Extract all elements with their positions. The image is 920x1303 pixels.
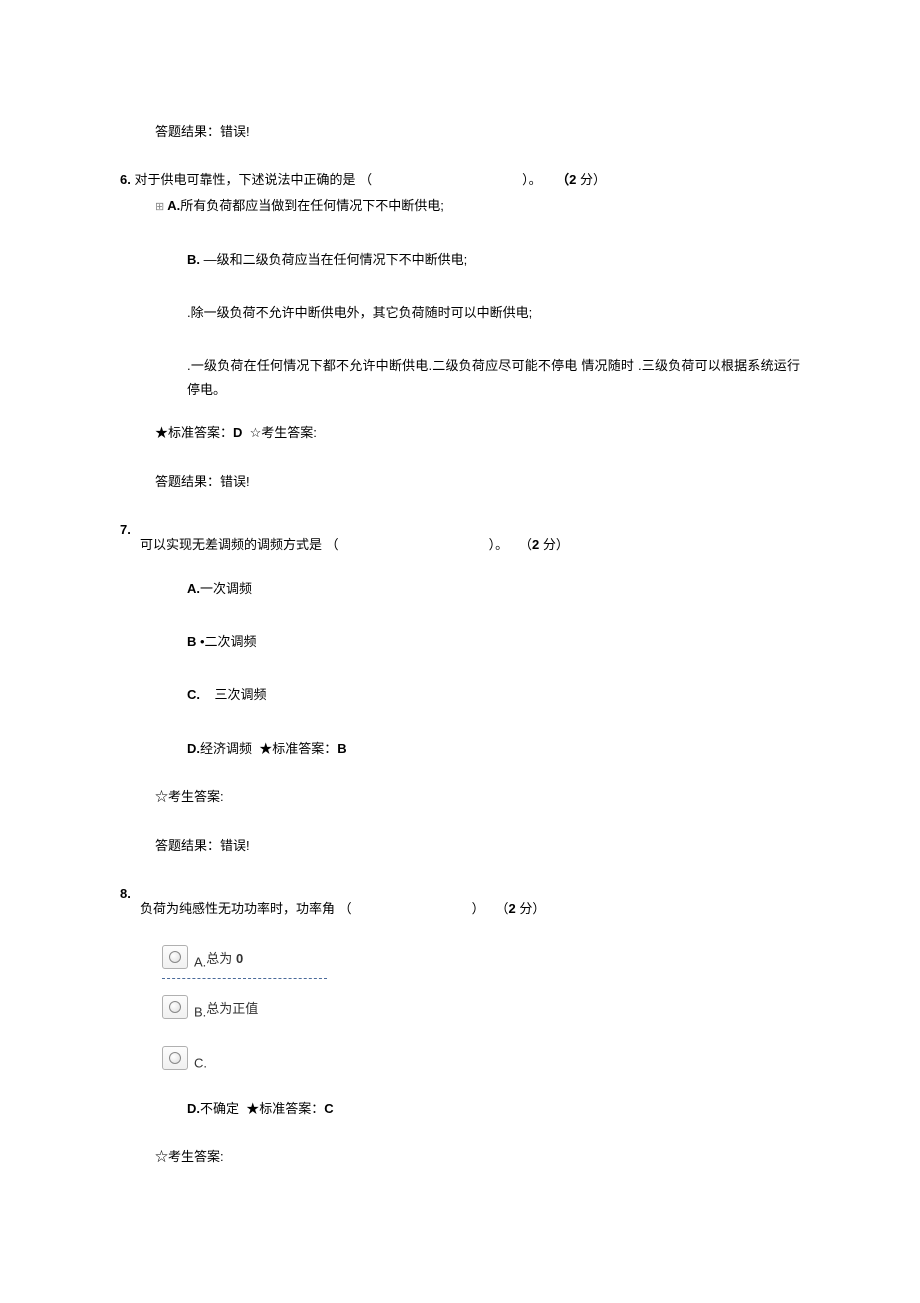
q7-optb-text: •二次调频: [196, 634, 256, 649]
q8-option-b-row[interactable]: B.总为正值: [162, 991, 900, 1024]
q7-opta-text: 一次调频: [200, 581, 252, 596]
q7-answer: B: [337, 741, 346, 756]
q8-optb-text: 总为正值: [206, 1001, 258, 1016]
radio-circle-icon: [169, 1001, 181, 1013]
q6-answer: D: [233, 425, 242, 440]
std-answer-prefix: ★标准答案：: [155, 425, 233, 440]
q7-optd-label: D.: [187, 741, 200, 756]
std-answer-prefix: ★标准答案：: [246, 1101, 324, 1116]
paren-open: （: [359, 172, 372, 187]
q7-student-answer: ☆考生答案:: [155, 785, 900, 808]
student-answer-prefix: ☆考生答案:: [155, 1149, 224, 1164]
q7-opta-label: A.: [187, 581, 200, 596]
q6-number: 6.: [120, 172, 131, 187]
q8-score: 2: [509, 901, 516, 916]
q8-optb-label: B.: [194, 1004, 206, 1019]
q7-optb-label: B: [187, 634, 196, 649]
q8-header: 负荷为纯感性无功功率时，功率角 （） （2 分）: [140, 897, 900, 920]
q6-optb-label: B.: [187, 252, 200, 267]
paren-close: ）。: [489, 537, 509, 552]
q6-stem: 对于供电可靠性，下述说法中正确的是: [134, 172, 355, 187]
q8-optb: B.总为正值: [194, 991, 258, 1024]
radio-circle-icon: [169, 1052, 181, 1064]
score-close: 分）: [516, 901, 546, 916]
q6-option-a: ⊞ A.所有负荷都应当做到在任何情况下不中断供电;: [155, 194, 900, 218]
result-prefix: 答题结果：: [155, 838, 220, 853]
q8-opta: A.总为 0: [194, 941, 243, 974]
q8-opta-text: 总为: [206, 951, 232, 966]
q8-optc-label: C.: [194, 1055, 207, 1070]
result-value: 错误!: [220, 124, 250, 139]
paren-open: （: [339, 901, 352, 916]
q7-option-d: D.经济调频 ★标准答案：B: [187, 737, 900, 760]
q7-option-b: B •二次调频: [187, 630, 900, 653]
q8-option-d: D.不确定 ★标准答案：C: [187, 1097, 900, 1120]
paren-close: ）。: [522, 172, 542, 187]
q6-answer-line: ★标准答案：D ☆考生答案:: [155, 421, 900, 444]
q7-optc-label: C.: [187, 687, 200, 702]
q8-opta-val: 0: [236, 951, 243, 966]
radio-circle-icon: [169, 951, 181, 963]
paren-close: ）: [472, 901, 485, 916]
q6-result: 答题结果：错误!: [155, 470, 900, 493]
q6-opta-text: 所有负荷都应当做到在任何情况下不中断供电;: [180, 198, 444, 213]
q7-option-a: A.一次调频: [187, 577, 900, 600]
q8-optd-label: D.: [187, 1101, 200, 1116]
q6-opta-label: A.: [167, 198, 180, 213]
paren-open: （: [326, 537, 339, 552]
radio-button-icon[interactable]: [162, 1046, 188, 1070]
student-answer-prefix: ☆考生答案:: [250, 425, 317, 440]
q7-optd-text: 经济调频: [200, 741, 252, 756]
q7-result: 答题结果：错误!: [155, 834, 900, 857]
std-answer-prefix: ★标准答案：: [259, 741, 337, 756]
score-close: 分）: [539, 537, 569, 552]
score-open: （: [556, 172, 569, 187]
q8-option-c-row[interactable]: C.: [162, 1042, 900, 1075]
result-value: 错误!: [220, 474, 250, 489]
q8-stem: 负荷为纯感性无功功率时，功率角: [140, 901, 335, 916]
q7-option-c: C. 三次调频: [187, 683, 900, 706]
q6-option-d: .一级负荷在任何情况下都不允许中断供电.二级负荷应尽可能不停电 情况随时 .三级…: [187, 354, 800, 401]
student-answer-prefix: ☆考生答案:: [155, 789, 224, 804]
score-open: （: [496, 901, 509, 916]
q6-header: 6. 对于供电可靠性，下述说法中正确的是 （）。 （2 分）: [120, 168, 900, 191]
radio-button-icon[interactable]: [162, 945, 188, 969]
q6-option-b: B. —级和二级负荷应当在任何情况下不中断供电;: [187, 248, 900, 271]
q6-optb-text: —级和二级负荷应当在任何情况下不中断供电;: [200, 252, 467, 267]
q8-option-a-row[interactable]: A.总为 0: [162, 941, 327, 979]
marker-icon: ⊞: [155, 201, 167, 213]
result-value: 错误!: [220, 838, 250, 853]
q8-optd-text: 不确定: [200, 1101, 239, 1116]
q7-optc-text: 三次调频: [214, 687, 266, 702]
score-close: 分）: [576, 172, 606, 187]
q8-answer: C: [324, 1101, 333, 1116]
q8-opta-label: A.: [194, 954, 206, 969]
result-prefix: 答题结果：: [155, 124, 220, 139]
result-line-prev: 答题结果：错误!: [155, 120, 900, 143]
radio-button-icon[interactable]: [162, 995, 188, 1019]
result-prefix: 答题结果：: [155, 474, 220, 489]
q8-optc: C.: [194, 1042, 207, 1075]
q8-student-answer: ☆考生答案:: [155, 1145, 900, 1168]
q6-optd-text: .一级负荷在任何情况下都不允许中断供电.二级负荷应尽可能不停电 情况随时 .三级…: [187, 358, 800, 396]
score-open: （: [519, 537, 532, 552]
q7-header: 可以实现无差调频的调频方式是 （）。 （2 分）: [140, 533, 900, 556]
q7-stem: 可以实现无差调频的调频方式是: [140, 537, 322, 552]
q6-option-c: .除一级负荷不允许中断供电外，其它负荷随时可以中断供电;: [187, 301, 900, 324]
q6-optc-text: .除一级负荷不允许中断供电外，其它负荷随时可以中断供电;: [187, 305, 532, 320]
